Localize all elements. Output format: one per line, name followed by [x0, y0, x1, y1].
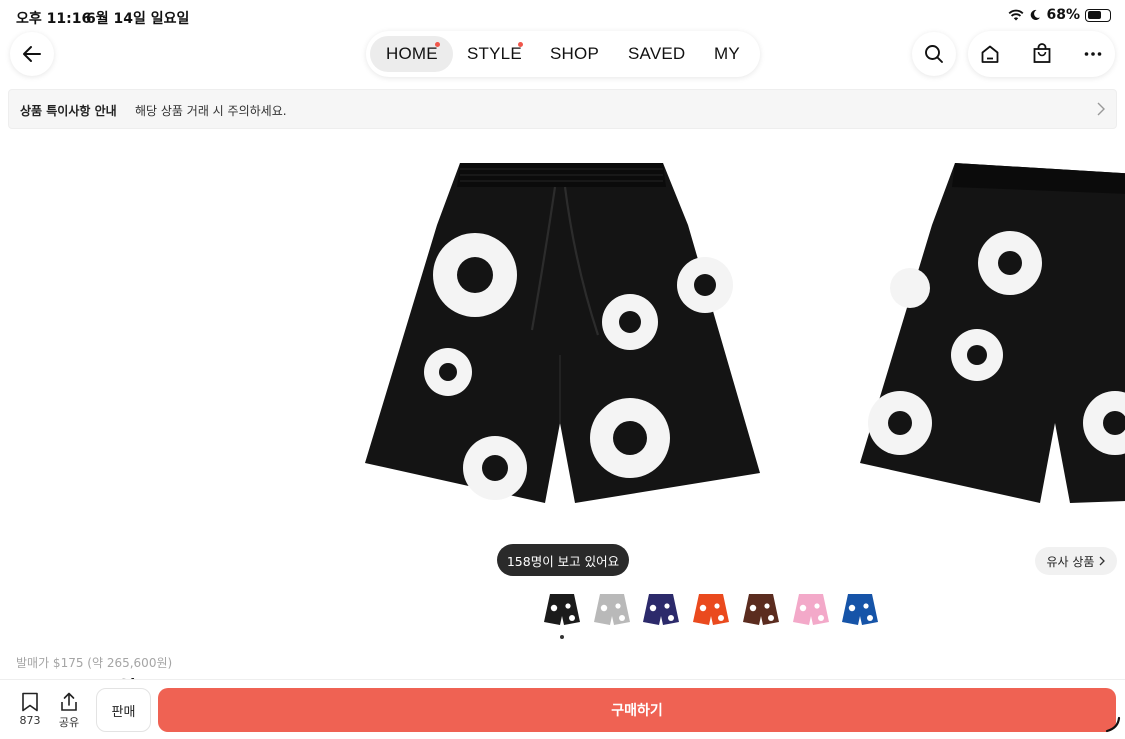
battery-level — [1087, 11, 1102, 19]
buy-button[interactable]: 구매하기 — [158, 688, 1116, 732]
share-label: 공유 — [58, 716, 80, 729]
wifi-icon — [1009, 9, 1024, 21]
release-price: 발매가 $175 (약 265,600원) — [16, 656, 173, 670]
tab-home-badge — [435, 42, 440, 47]
tab-shop[interactable]: SHOP — [550, 44, 599, 64]
color-swatch[interactable] — [840, 590, 880, 630]
search-button[interactable] — [912, 32, 956, 76]
bag-button[interactable] — [1020, 31, 1064, 77]
bottom-action-bar: 873 공유 판매 구매하기 — [0, 679, 1125, 739]
status-right: 68% — [1008, 7, 1111, 23]
color-swatch[interactable] — [741, 590, 781, 630]
notice-text: 해당 상품 거래 시 주의하세요. — [135, 104, 287, 118]
main-nav: HOME STYLE SHOP SAVED MY — [366, 31, 760, 77]
bag-icon — [1033, 43, 1051, 63]
tab-home[interactable]: HOME — [386, 44, 438, 64]
tab-style-badge — [518, 42, 523, 47]
shorts-illustration — [365, 163, 760, 503]
share-icon — [61, 692, 77, 711]
search-icon — [925, 45, 943, 63]
battery-icon — [1085, 8, 1111, 22]
bookmark-icon — [22, 692, 38, 712]
viewers-badge: 158명이 보고 있어요 — [497, 544, 629, 576]
share-button[interactable]: 공유 — [52, 692, 86, 730]
next-product-image[interactable] — [855, 155, 1125, 515]
tab-saved[interactable]: SAVED — [628, 44, 685, 64]
carousel-indicator — [560, 635, 564, 639]
product-image[interactable] — [360, 155, 765, 515]
product-notice-banner[interactable]: 상품 특이사항 안내 해당 상품 거래 시 주의하세요. — [8, 89, 1117, 129]
tool-group — [968, 31, 1115, 77]
similar-products-button[interactable]: 유사 상품 — [1035, 547, 1117, 575]
status-bar: 오후 11:16 6월 14일 일요일 68% — [0, 0, 1125, 32]
bookmark-button[interactable]: 873 — [10, 692, 50, 727]
color-swatch[interactable] — [542, 590, 582, 630]
chevron-right-icon — [1100, 556, 1106, 566]
status-date: 6월 14일 일요일 — [86, 11, 190, 27]
moon-icon — [1031, 9, 1041, 20]
chevron-right-icon — [1097, 102, 1105, 116]
more-icon — [1084, 52, 1102, 56]
sell-button[interactable]: 판매 — [96, 688, 151, 732]
color-swatch[interactable] — [592, 590, 632, 630]
color-swatch[interactable] — [791, 590, 831, 630]
back-button[interactable] — [10, 32, 54, 76]
notice-title: 상품 특이사항 안내 — [20, 104, 117, 118]
status-time: 오후 11:16 — [16, 11, 92, 27]
similar-products-label: 유사 상품 — [1046, 554, 1095, 569]
home-icon — [981, 45, 999, 63]
resize-corner-icon — [1105, 716, 1121, 733]
home-button[interactable] — [968, 31, 1012, 77]
tab-my[interactable]: MY — [714, 44, 740, 64]
color-swatch[interactable] — [641, 590, 681, 630]
tab-style[interactable]: STYLE — [467, 44, 522, 64]
battery-percent: 68% — [1046, 7, 1080, 23]
color-swatch[interactable] — [691, 590, 731, 630]
bookmark-count: 873 — [19, 714, 41, 727]
more-button[interactable] — [1071, 31, 1115, 77]
arrow-left-icon — [23, 46, 41, 62]
